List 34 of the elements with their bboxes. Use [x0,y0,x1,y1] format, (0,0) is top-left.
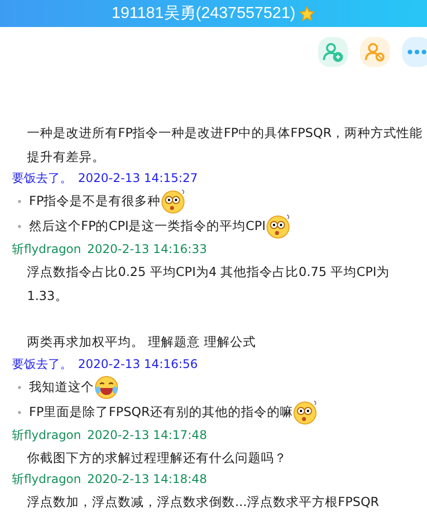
surprised-emoji-icon [160,189,186,214]
add-contact-icon [323,42,343,62]
message-text: 浮点数指令占比0.25 平均CPI为4 其他指令占比0.75 平均CPI为1.33。 [26,263,390,304]
sender-name: 要饭去了。 [12,356,72,372]
message-time: 2020-2-13 14:18:48 [87,471,207,488]
message-time: 2020-2-13 14:15:27 [78,170,198,187]
surprised-emoji-icon [292,400,318,424]
message-text: 我知道这个 [29,378,94,396]
sender-name: 要饭去了。 [12,170,72,187]
block-contact-button[interactable] [360,37,390,67]
sender-name: 斩flydragon [12,426,82,444]
more-button[interactable] [402,37,427,67]
message-text: 然后这个FP的CPI是这一类指令的平均CPI [29,218,266,235]
message-text: FP里面是除了FPSQR还有别的其他的指令的嘛 [29,404,293,420]
message-text: 浮点数加，浮点数减，浮点数求倒数...浮点数求平方根FPSQR [26,493,380,511]
message-text: 一种是改进所有FP指令一种是改进FP中的具体FPSQR，两种方式性能提升有差异。 [26,124,423,166]
bullet-icon [18,386,21,388]
bullet-icon [18,410,21,414]
message-text: FP指令是不是有很多种 [29,193,161,210]
laughing-emoji-icon [94,374,119,400]
message-time: 2020-2-13 14:17:48 [87,426,207,444]
message-time: 2020-2-13 14:16:33 [87,241,207,258]
sender-name: 斩flydragon [12,471,82,488]
message-text: 你截图下方的求解过程理解还有什么问题吗？ [26,448,288,466]
bullet-icon [18,225,21,228]
add-contact-button[interactable] [318,37,348,67]
message-time: 2020-2-13 14:16:56 [78,356,198,372]
sender-name: 斩flydragon [12,241,82,258]
block-contact-icon [365,42,385,62]
window-title: 191181吴勇(2437557521) [112,4,296,24]
more-icon [407,49,427,55]
surprised-emoji-icon [266,214,291,239]
bullet-icon [18,200,21,203]
message-text: 两类再求加权平均。 理解题意 理解公式 [26,333,257,351]
